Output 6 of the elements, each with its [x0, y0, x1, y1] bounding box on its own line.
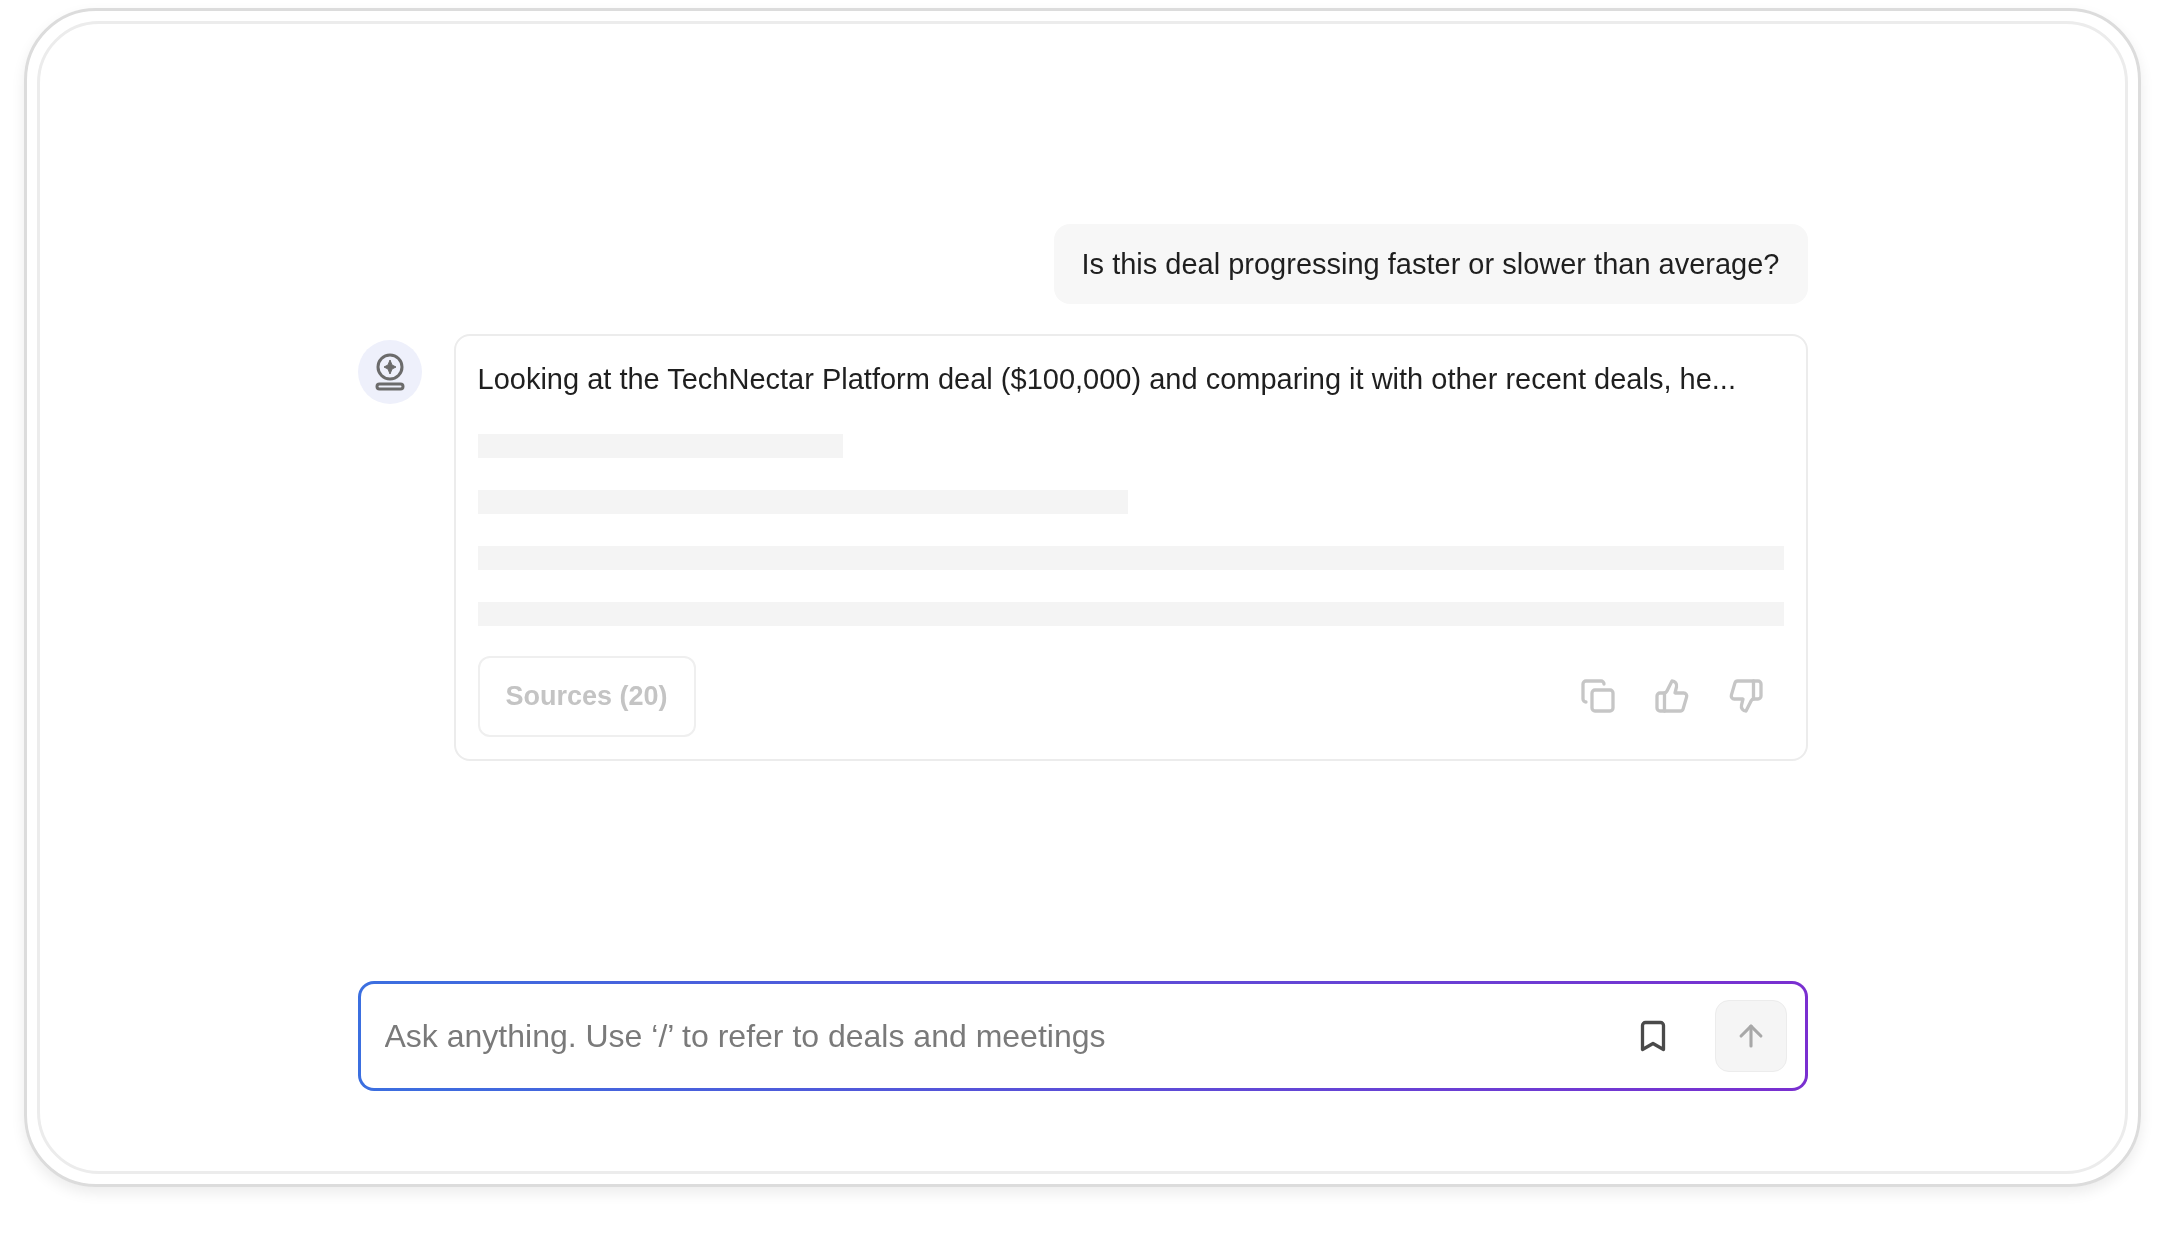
message-input[interactable]: Ask anything. Use ‘/’ to refer to deals and meetings [384, 1012, 1635, 1060]
copy-icon[interactable] [1579, 678, 1616, 715]
thumbs-down-icon[interactable] [1727, 678, 1764, 715]
assistant-message: Looking at the TechNectar Platform deal ($100,000) and comparing it with other recent deals, he... [477, 362, 1737, 397]
thumbs-up-icon[interactable] [1653, 678, 1690, 715]
user-message: Is this deal progressing faster or slower than average? [1053, 224, 1808, 304]
